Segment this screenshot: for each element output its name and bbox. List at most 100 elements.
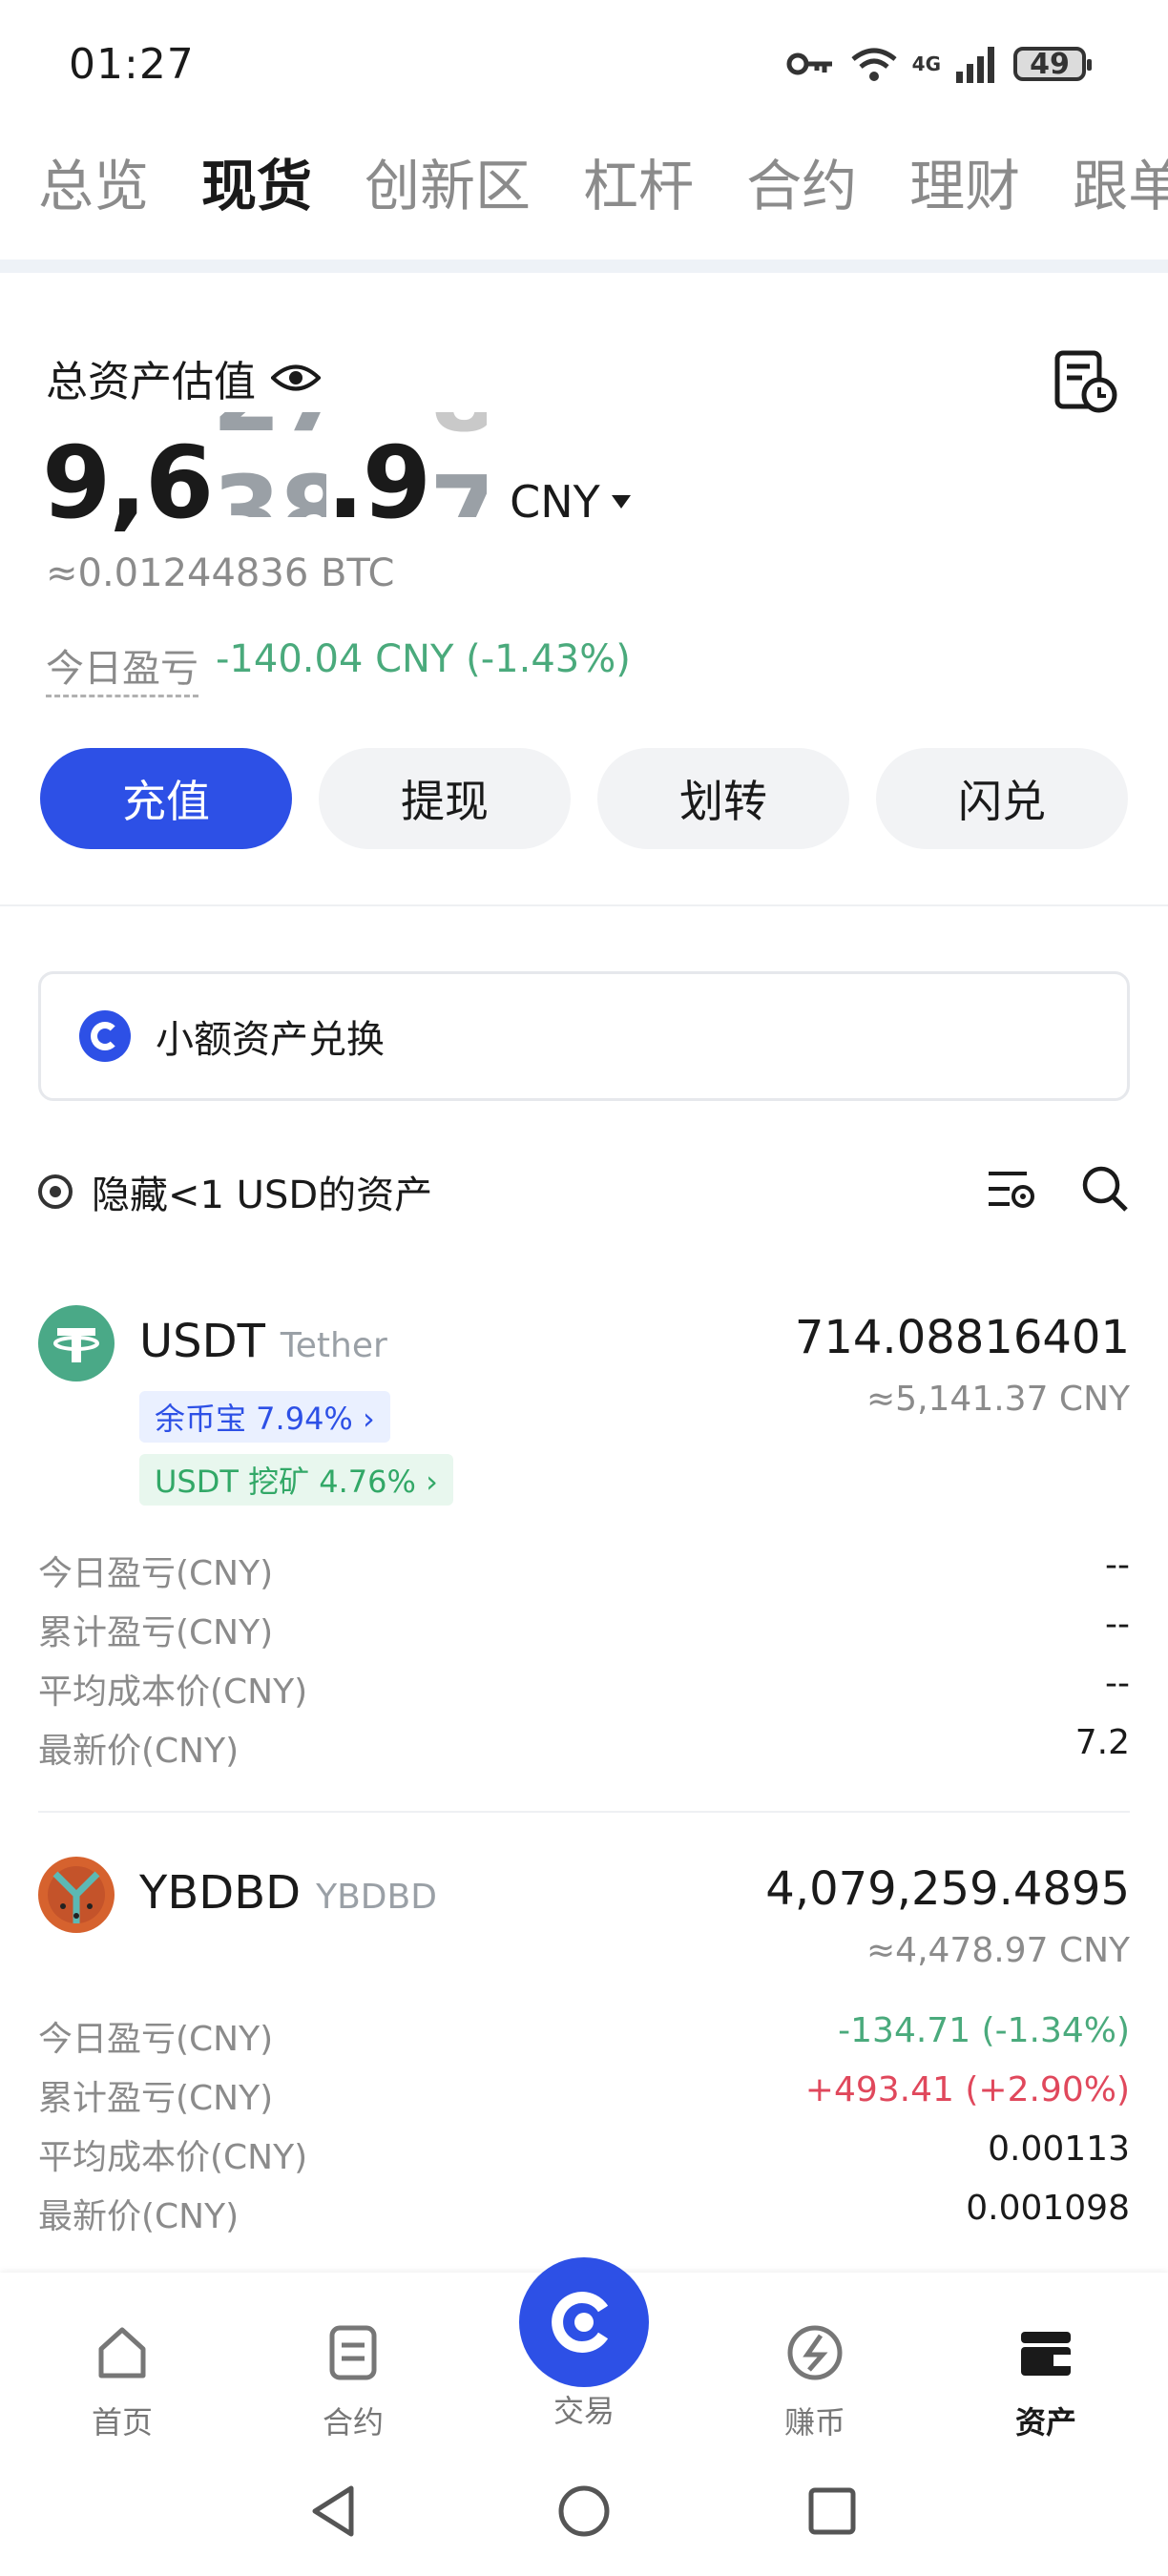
recents-icon[interactable] [805,2484,859,2538]
tether-icon [38,1305,115,1381]
stat-value: 0.001098 [966,2189,1130,2228]
hide-small-assets[interactable]: 隐藏<1 USD的资产 [38,1164,432,1219]
settings-filter-icon[interactable] [985,1166,1038,1212]
signal-icon [956,47,994,83]
radio-icon[interactable] [38,1174,73,1209]
stat-label: 最新价(CNY) [38,2197,240,2236]
home-circle-icon[interactable] [555,2483,613,2540]
nav-earn[interactable]: 赚币 [748,2322,882,2442]
nav-trade[interactable]: 交易 [517,2387,651,2431]
earn-icon [787,2325,843,2380]
search-icon[interactable] [1080,1164,1130,1214]
back-icon[interactable] [307,2483,361,2540]
stat-label: 今日盈亏(CNY) [38,1554,274,1593]
nav-trade-label: 交易 [553,2393,615,2429]
tab-overview[interactable]: 总览 [38,141,149,221]
convert-logo-icon [79,1010,131,1062]
wallet-icon [1021,2332,1071,2376]
eye-icon[interactable] [271,362,321,394]
total-asset-text: 总资产估值 [46,358,256,406]
wifi-icon [851,48,897,81]
today-pnl: 今日盈亏 -140.04 CNY (-1.43%) [46,637,631,697]
nav-assets[interactable]: 资产 [979,2322,1113,2442]
stat-label: 今日盈亏(CNY) [38,2020,274,2059]
tab-divider [0,260,1168,273]
asset-rolling-digits-2: 8 7 [429,412,487,517]
action-buttons: 充值 提现 划转 闪兑 [40,748,1128,849]
transfer-button[interactable]: 划转 [597,748,849,849]
btc-equivalent: ≈0.01244836 BTC [46,551,395,595]
coin-title-usdt[interactable]: USDT Tether [139,1315,387,1368]
stat-value: 0.00113 [988,2129,1130,2169]
coin-fullname: YBDBD [316,1878,437,1917]
nav-assets-label: 资产 [1014,2404,1076,2441]
trade-fab-button[interactable] [519,2257,649,2387]
deposit-button[interactable]: 充值 [40,748,292,849]
tag-usdt-mining[interactable]: USDT 挖矿 4.76% › [139,1454,453,1506]
coin-amount: 714.08816401 [794,1311,1130,1364]
total-asset-value: 9,6 27 38 .9 8 7 CNY [42,412,633,541]
today-pnl-label[interactable]: 今日盈亏 [46,637,198,697]
tab-finance[interactable]: 理财 [909,141,1020,221]
currency-select[interactable]: CNY [510,476,633,528]
stat-value: +493.41 (+2.90%) [804,2070,1130,2109]
currency-label: CNY [510,476,600,528]
nav-home-label: 首页 [91,2404,153,2441]
key-icon [786,52,832,75]
stat-label: 累计盈亏(CNY) [38,1613,274,1652]
total-asset-label: 总资产估值 [46,347,321,408]
stat-label: 平均成本价(CNY) [38,1672,308,1712]
nav-contract[interactable]: 合约 [286,2322,420,2442]
rolling-digit-bottom-2: 7 [429,454,488,517]
nav-home[interactable]: 首页 [55,2322,189,2442]
coin-icon-ybdbd [38,1857,115,1937]
stat-value: -- [1105,1546,1130,1585]
status-icons: 4G 49 [784,44,1092,84]
withdraw-button[interactable]: 提现 [319,748,571,849]
today-pnl-value: -140.04 CNY (-1.43%) [216,637,631,681]
flash-swap-button[interactable]: 闪兑 [876,748,1128,849]
stat-value: 7.2 [1074,1723,1130,1762]
tag-yubibao[interactable]: 余币宝 7.94% › [139,1391,390,1443]
coin-fullname: Tether [280,1326,387,1365]
rolling-digit-top-2: 8 [429,412,487,454]
caret-down-icon [611,495,631,509]
home-icon [98,2327,146,2379]
battery-icon: 49 [1013,47,1092,81]
status-time: 01:27 [69,40,195,89]
history-record-icon[interactable] [1052,347,1120,416]
small-asset-convert[interactable]: 小额资产兑换 [38,971,1130,1101]
network-type: 4G [911,52,941,75]
coin-symbol: YBDBD [139,1866,302,1920]
coin-title-ybdbd[interactable]: YBDBD YBDBD [139,1866,437,1920]
top-tabs: 总览 现货 创新区 杠杆 合约 理财 跟单 [38,141,1168,221]
nav-earn-label: 赚币 [783,2404,845,2441]
rolling-digit-bottom: 38 [212,454,327,517]
stat-label: 平均成本价(CNY) [38,2138,308,2177]
filter-icons [985,1164,1130,1214]
asset-rolling-digits: 27 38 [212,412,326,517]
contract-icon [329,2325,377,2380]
coin-symbol: USDT [139,1315,265,1368]
coin-amount: 4,079,259.4895 [765,1862,1130,1916]
trade-icon [552,2292,609,2353]
tab-innovation[interactable]: 创新区 [365,141,531,221]
stat-value: -- [1105,1664,1130,1703]
asset-value-decimal: .9 [326,425,431,541]
coin-cny-value: ≈5,141.37 CNY [866,1380,1130,1419]
asset-value-digits: 9,6 [42,425,214,541]
coin-icon-usdt [38,1305,115,1385]
ybdbd-icon [38,1857,115,1933]
stat-value: -134.71 (-1.34%) [838,2011,1130,2050]
stat-value: -- [1105,1605,1130,1644]
stat-label: 累计盈亏(CNY) [38,2079,274,2118]
tab-margin[interactable]: 杠杆 [583,141,694,221]
stat-label: 最新价(CNY) [38,1732,240,1771]
nav-contract-label: 合约 [322,2404,384,2441]
tab-futures[interactable]: 合约 [746,141,857,221]
system-nav-bar [0,2444,1168,2576]
tab-copy-trading[interactable]: 跟单 [1073,141,1168,221]
tab-spot[interactable]: 现货 [201,141,312,221]
card-divider [38,1811,1130,1813]
rolling-digit-top: 27 [212,412,326,454]
